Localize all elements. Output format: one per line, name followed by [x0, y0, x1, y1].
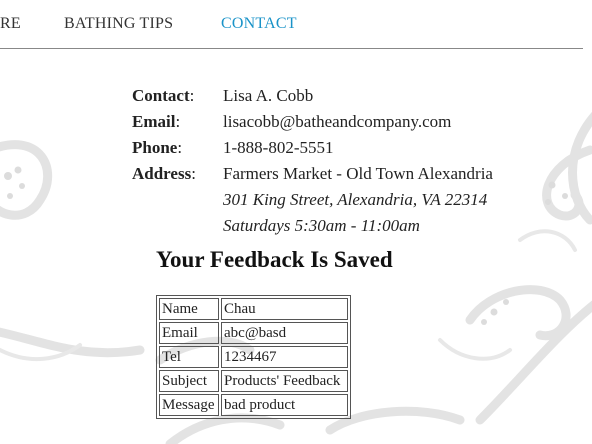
- field-value-cell: abc@basd: [221, 322, 348, 344]
- address-line-1: Farmers Market - Old Town Alexandria: [223, 164, 493, 183]
- phone-value: 1-888-802-5551: [223, 138, 334, 157]
- field-name-cell: Name: [159, 298, 219, 320]
- nav-item-contact[interactable]: CONTACT: [221, 15, 297, 33]
- contact-value: Lisa A. Cobb: [223, 86, 314, 105]
- email-value: lisacobb@batheandcompany.com: [223, 112, 452, 131]
- contact-label: Contact: [132, 86, 190, 105]
- address-label: Address: [132, 164, 192, 183]
- field-value-cell: 1234467: [221, 346, 348, 368]
- table-row: Name Chau: [159, 298, 348, 320]
- field-name-cell: Tel: [159, 346, 219, 368]
- field-name-cell: Email: [159, 322, 219, 344]
- table-row: Tel 1234467: [159, 346, 348, 368]
- field-value-cell: Products' Feedback: [221, 370, 348, 392]
- feedback-title: Your Feedback Is Saved: [156, 247, 393, 272]
- phone-label: Phone: [132, 138, 178, 157]
- email-label: Email: [132, 112, 176, 131]
- table-row: Email abc@basd: [159, 322, 348, 344]
- nav-item-previous[interactable]: RE: [0, 15, 21, 33]
- feedback-table: Name Chau Email abc@basd Tel 1234467 Sub…: [156, 295, 351, 419]
- field-value-cell: Chau: [221, 298, 348, 320]
- address-line-3: Saturdays 5:30am - 11:00am: [223, 216, 420, 235]
- top-navigation: RE BATHING TIPS CONTACT: [0, 0, 583, 49]
- table-row: Message bad product: [159, 394, 348, 416]
- address-line-2: 301 King Street, Alexandria, VA 22314: [223, 190, 488, 209]
- field-name-cell: Subject: [159, 370, 219, 392]
- field-value-cell: bad product: [221, 394, 348, 416]
- field-name-cell: Message: [159, 394, 219, 416]
- table-row: Subject Products' Feedback: [159, 370, 348, 392]
- nav-item-bathing-tips[interactable]: BATHING TIPS: [64, 15, 173, 33]
